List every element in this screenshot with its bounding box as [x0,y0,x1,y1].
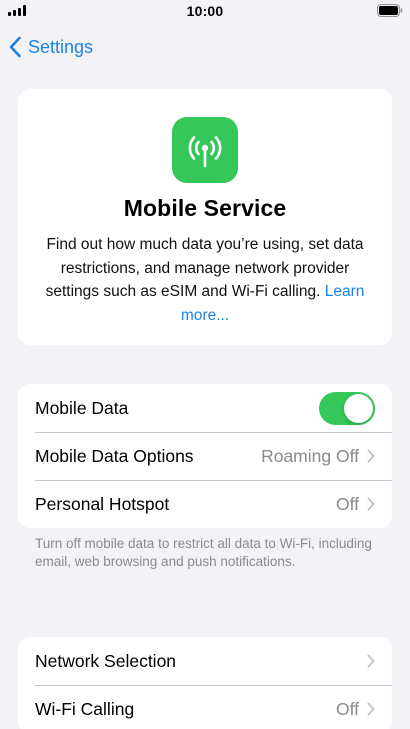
chevron-right-icon [367,702,375,716]
status-bar: 10:00 [0,0,410,24]
back-button[interactable]: Settings [8,33,93,61]
antenna-icon [172,117,238,183]
network-selection-label: Network Selection [35,650,177,671]
mobile-data-toggle[interactable] [319,391,375,425]
mobile-data-options-label: Mobile Data Options [35,445,194,466]
wifi-calling-row[interactable]: Wi-Fi Calling Off [18,685,392,729]
battery-icon [377,4,403,17]
network-settings-group: Network Selection Wi-Fi Calling Off [18,637,392,729]
chevron-right-icon [367,449,375,463]
mobile-service-info-card: Mobile Service Find out how much data yo… [18,89,392,345]
personal-hotspot-label: Personal Hotspot [35,493,170,514]
mobile-data-row: Mobile Data [18,384,392,432]
hero-description-text: Find out how much data you’re using, set… [45,236,364,300]
mobile-data-label: Mobile Data [35,397,129,418]
mobile-data-settings-group: Mobile Data Mobile Data Options Roaming … [18,384,392,528]
mobile-data-options-value: Roaming Off [261,445,359,466]
chevron-left-icon [9,36,21,58]
page-title: Mobile Service [123,195,287,221]
toggle-knob [344,393,373,423]
wifi-calling-label: Wi-Fi Calling [35,698,135,719]
chevron-right-icon [367,497,375,511]
back-button-label: Settings [28,36,94,57]
hero-description: Find out how much data you’re using, set… [40,233,370,327]
mobile-data-footnote: Turn off mobile data to restrict all dat… [35,536,372,569]
personal-hotspot-value: Off [335,493,359,514]
chevron-right-icon [367,654,375,668]
mobile-data-options-row[interactable]: Mobile Data Options Roaming Off [18,432,392,480]
status-time: 10:00 [186,3,224,19]
network-selection-row[interactable]: Network Selection [18,637,392,685]
personal-hotspot-row[interactable]: Personal Hotspot Off [18,480,392,528]
wifi-calling-value: Off [335,698,359,719]
